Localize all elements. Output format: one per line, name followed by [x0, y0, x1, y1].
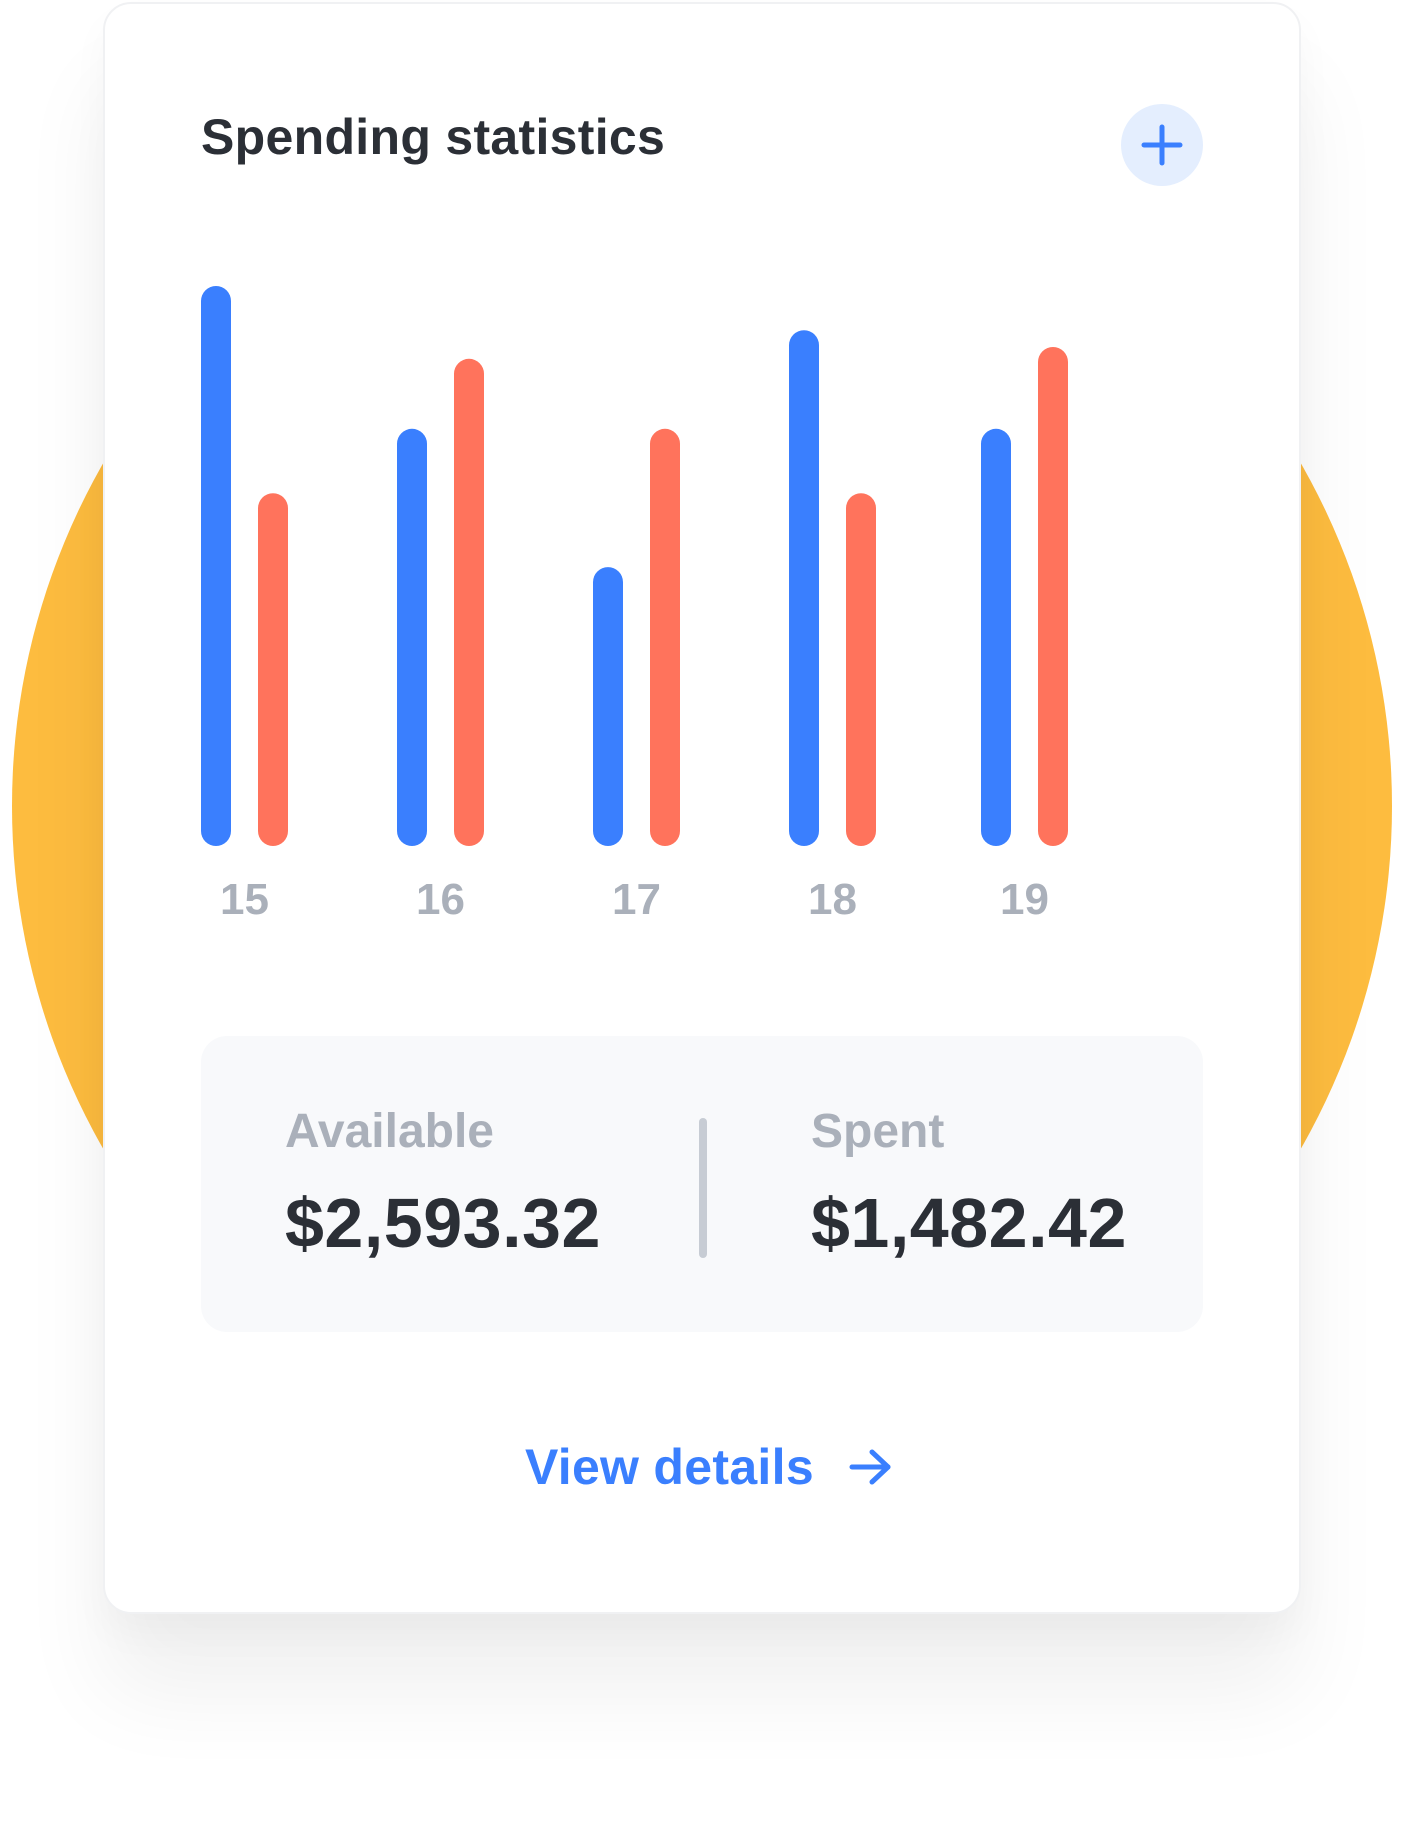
bar-16-series-1 — [397, 428, 427, 846]
summary-divider — [699, 1118, 707, 1258]
bar-17-series-1 — [593, 567, 623, 846]
stage: Spending statistics 15 16 17 18 19 Available… — [0, 0, 1404, 1824]
x-tick-label-16: 16 — [416, 875, 465, 924]
x-tick-label-17: 17 — [612, 875, 661, 924]
bar-18-series-1 — [789, 330, 819, 846]
card-title: Spending statistics — [201, 109, 666, 165]
bar-16-series-2 — [454, 358, 484, 846]
spent-value: $1,482.42 — [811, 1184, 1127, 1262]
spent-block: Spent $1,482.42 — [811, 1105, 1127, 1262]
available-value: $2,593.32 — [285, 1184, 601, 1262]
x-tick-label-15: 15 — [220, 875, 269, 924]
arrow-right-icon — [849, 1449, 891, 1485]
x-tick-label-19: 19 — [1000, 875, 1049, 924]
bar-15-series-2 — [258, 493, 288, 846]
add-button[interactable] — [1121, 104, 1203, 186]
bar-17-series-2 — [650, 428, 680, 846]
bar-15-series-1 — [201, 286, 231, 846]
plus-icon — [1141, 124, 1183, 166]
view-details-link[interactable]: View details — [525, 1438, 894, 1496]
spent-label: Spent — [811, 1105, 945, 1158]
available-block: Available $2,593.32 — [285, 1105, 601, 1262]
x-tick-label-18: 18 — [808, 875, 857, 924]
view-details-label: View details — [525, 1439, 814, 1495]
spending-statistics-card: Spending statistics 15 16 17 18 19 Available… — [103, 2, 1301, 1614]
available-label: Available — [285, 1105, 494, 1158]
bar-19-series-2 — [1038, 347, 1068, 846]
bar-19-series-1 — [981, 428, 1011, 846]
balance-summary: Available $2,593.32 Spent $1,482.42 — [201, 1036, 1203, 1332]
spending-bar-chart: 15 16 17 18 19 — [201, 286, 1068, 924]
bar-18-series-2 — [846, 493, 876, 846]
